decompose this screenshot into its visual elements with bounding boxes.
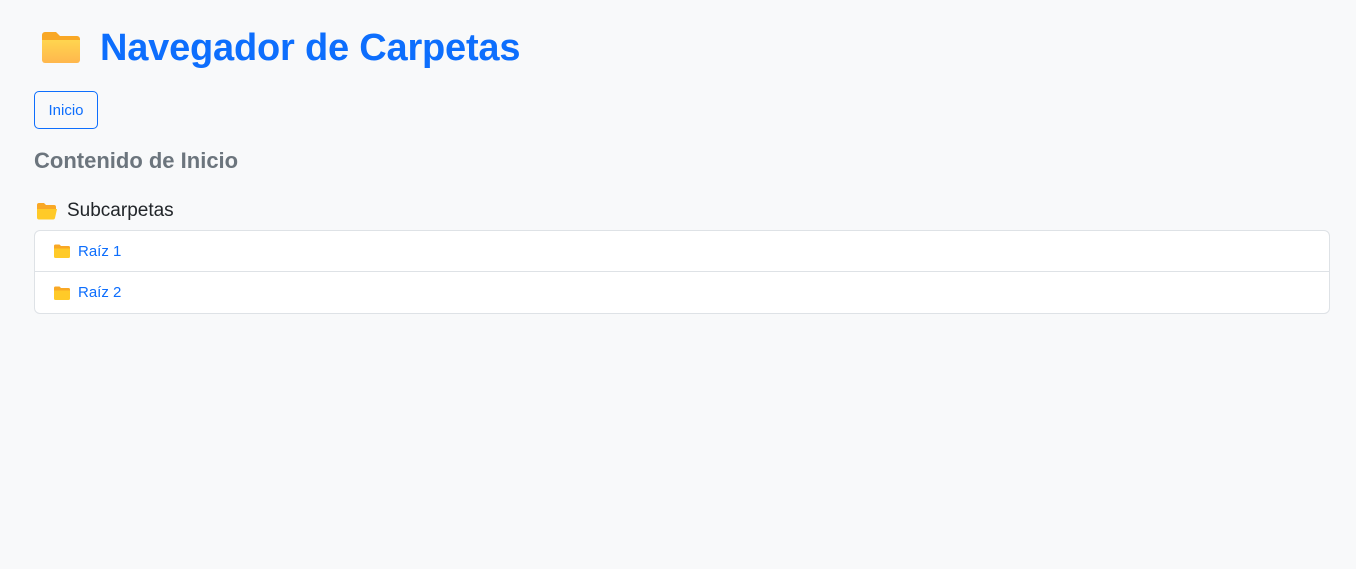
page-title: Navegador de Carpetas xyxy=(100,27,521,69)
folder-icon xyxy=(53,243,71,259)
section-heading: Contenido de Inicio xyxy=(34,148,239,173)
subfolders-header: Subcarpetas xyxy=(36,198,174,224)
open-folder-icon xyxy=(36,201,58,221)
list-item-raiz-2[interactable]: Raíz 2 xyxy=(35,272,1329,313)
page-header: Navegador de Carpetas xyxy=(40,24,520,72)
subfolders-label: Subcarpetas xyxy=(67,200,174,221)
folder-link[interactable]: Raíz 2 xyxy=(78,284,121,301)
folder-icon xyxy=(40,27,82,69)
folder-icon xyxy=(53,285,71,301)
list-item-raiz-1[interactable]: Raíz 1 xyxy=(35,231,1329,272)
breadcrumb-home-button[interactable]: Inicio xyxy=(34,91,98,129)
folder-list: Raíz 1 Raíz 2 xyxy=(34,230,1330,314)
folder-link[interactable]: Raíz 1 xyxy=(78,243,121,260)
